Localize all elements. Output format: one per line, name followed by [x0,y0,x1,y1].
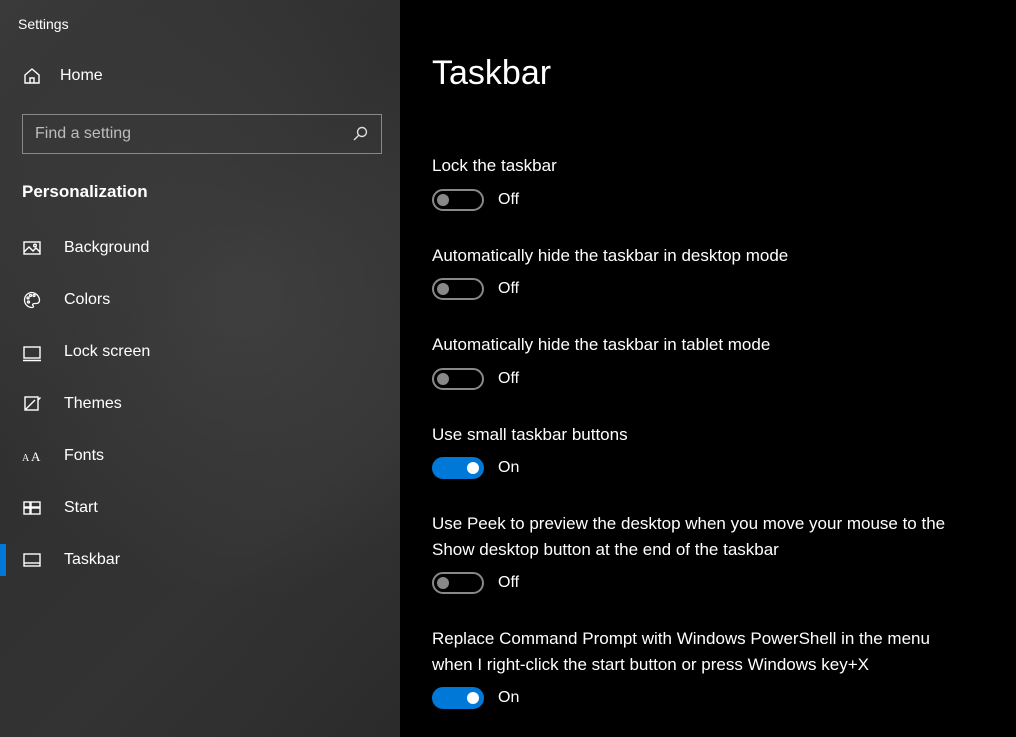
setting-label: Automatically hide the taskbar in tablet… [432,332,968,358]
toggle-powershell[interactable] [432,687,484,709]
nav-list: Background Colors Lock screen [0,222,400,586]
palette-icon [22,290,42,310]
sidebar-item-themes[interactable]: Themes [0,378,400,430]
sidebar-item-label: Lock screen [64,343,150,361]
sidebar: Settings Home Personalization [0,0,400,737]
toggle-lock[interactable] [432,189,484,211]
page-title: Taskbar [432,54,968,93]
sidebar-item-label: Fonts [64,447,104,465]
toggle-small-buttons[interactable] [432,457,484,479]
setting-label: Replace Command Prompt with Windows Powe… [432,626,968,677]
setting-label: Automatically hide the taskbar in deskto… [432,243,968,269]
themes-icon [22,394,42,414]
app-title: Settings [0,12,400,56]
toggle-state: On [498,689,519,707]
search-input[interactable] [22,114,382,154]
sidebar-item-label: Themes [64,395,122,413]
sidebar-item-colors[interactable]: Colors [0,274,400,326]
setting-label: Use Peek to preview the desktop when you… [432,511,968,562]
section-header: Personalization [0,154,400,222]
lockscreen-icon [22,342,42,362]
setting-label: Lock the taskbar [432,153,968,179]
sidebar-item-label: Colors [64,291,110,309]
svg-text:A: A [22,453,30,464]
taskbar-icon [22,550,42,570]
sidebar-item-start[interactable]: Start [0,482,400,534]
home-icon [22,66,42,86]
toggle-hide-desktop[interactable] [432,278,484,300]
toggle-state: Off [498,574,519,592]
sidebar-item-label: Taskbar [64,551,120,569]
fonts-icon: A A [22,446,42,466]
sidebar-item-label: Background [64,239,149,257]
main-panel: Taskbar Lock the taskbar Off Automatical… [400,0,1016,737]
sidebar-item-taskbar[interactable]: Taskbar [0,534,400,586]
picture-icon [22,238,42,258]
svg-text:A: A [31,449,41,464]
sidebar-item-label: Start [64,499,98,517]
toggle-state: Off [498,280,519,298]
search-icon [352,126,368,142]
setting-hide-desktop: Automatically hide the taskbar in deskto… [432,243,968,301]
setting-powershell: Replace Command Prompt with Windows Powe… [432,626,968,709]
toggle-hide-tablet[interactable] [432,368,484,390]
toggle-state: Off [498,191,519,209]
sidebar-item-background[interactable]: Background [0,222,400,274]
search-wrap [22,114,382,154]
toggle-state: On [498,459,519,477]
home-nav[interactable]: Home [0,56,400,96]
setting-peek: Use Peek to preview the desktop when you… [432,511,968,594]
setting-label: Use small taskbar buttons [432,422,968,448]
sidebar-item-fonts[interactable]: A A Fonts [0,430,400,482]
home-label: Home [60,67,103,85]
setting-lock: Lock the taskbar Off [432,153,968,211]
setting-hide-tablet: Automatically hide the taskbar in tablet… [432,332,968,390]
toggle-peek[interactable] [432,572,484,594]
toggle-state: Off [498,370,519,388]
sidebar-item-lockscreen[interactable]: Lock screen [0,326,400,378]
start-icon [22,498,42,518]
setting-small-buttons: Use small taskbar buttons On [432,422,968,480]
